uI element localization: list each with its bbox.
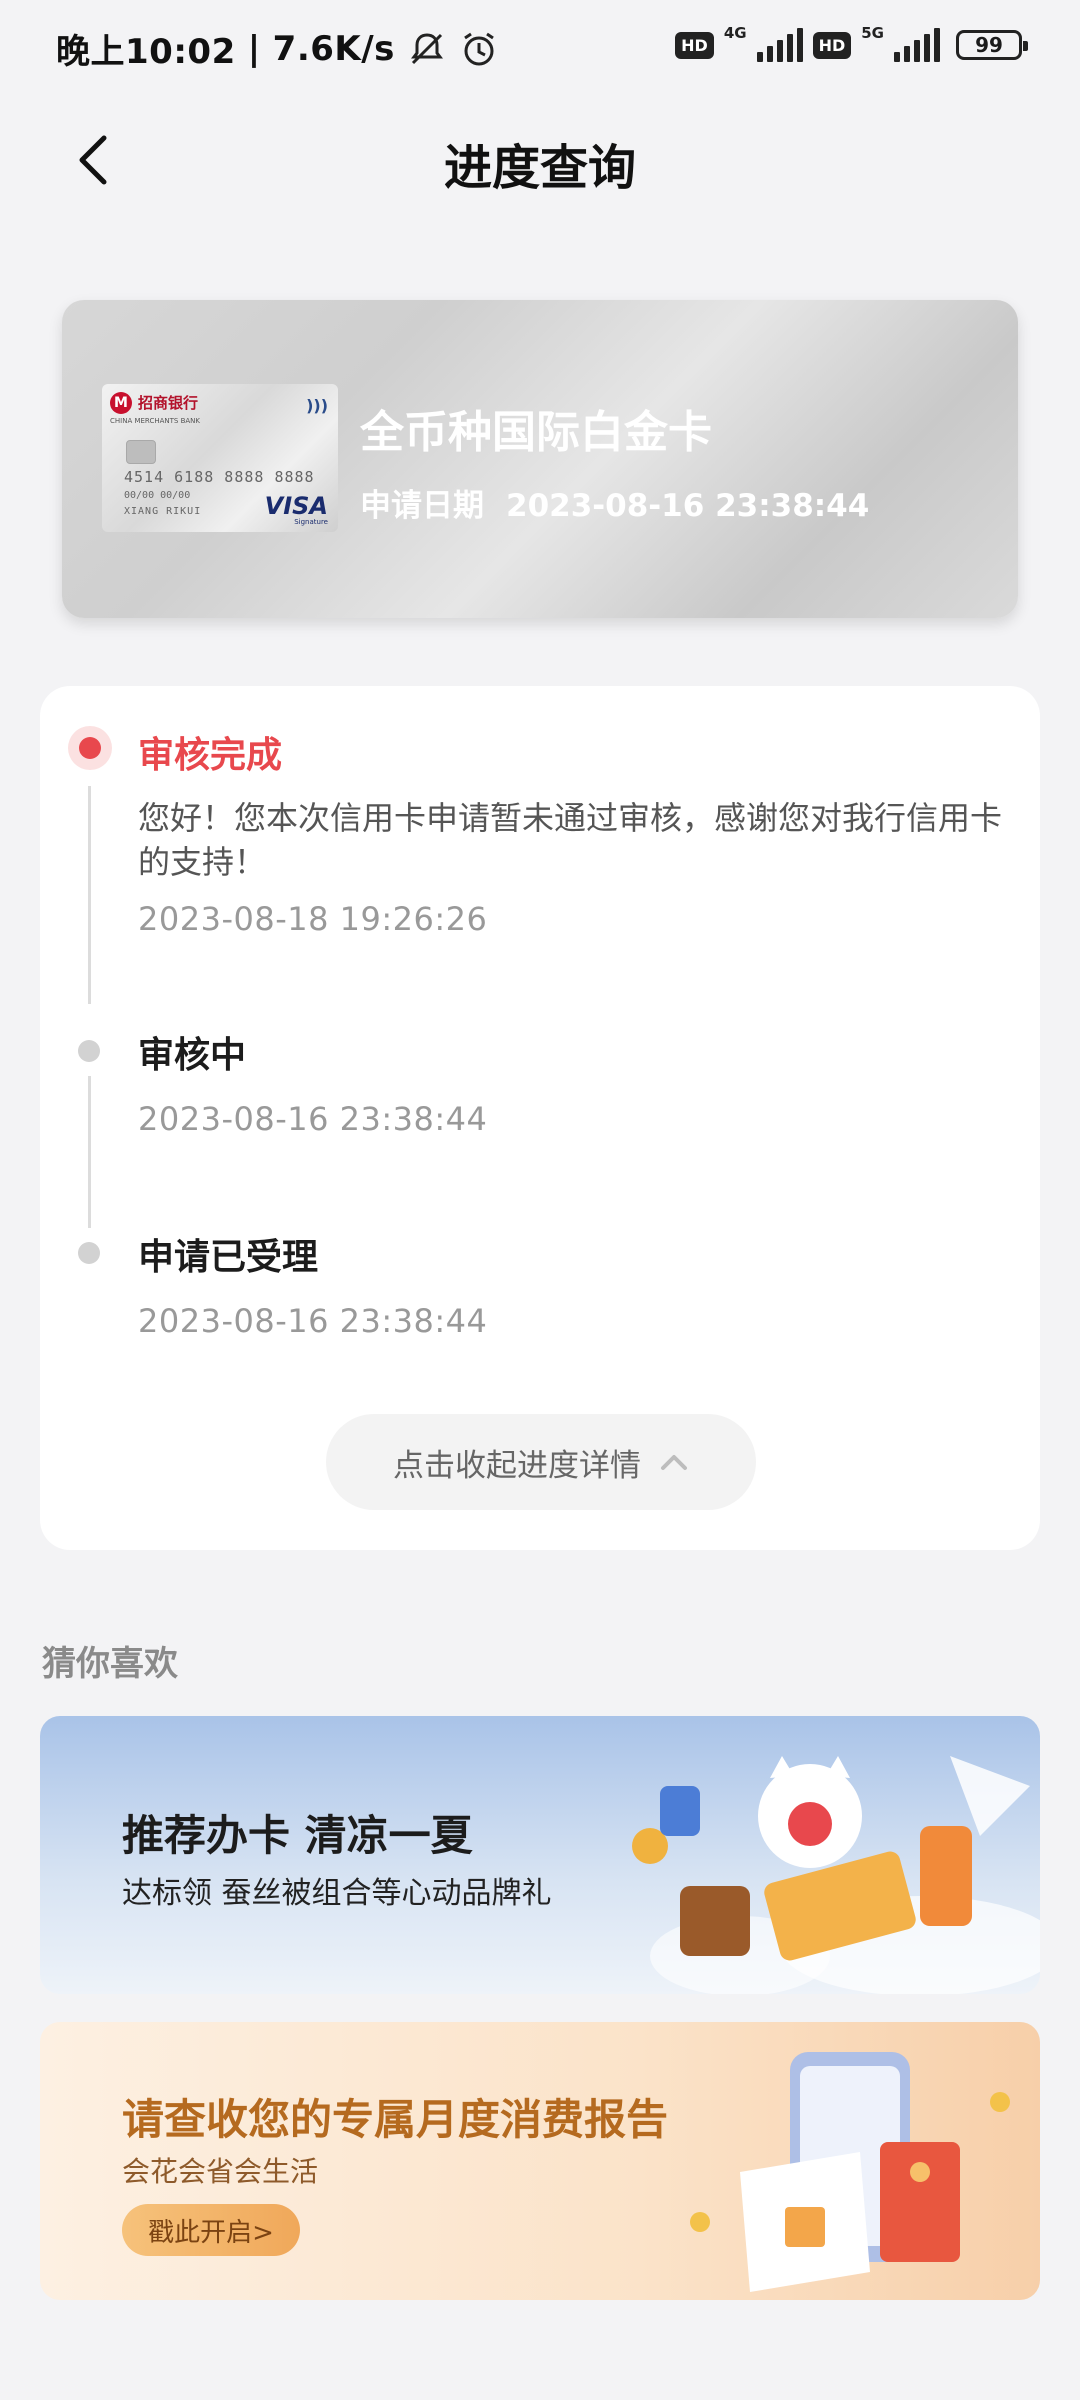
promo-banner-monthly-report[interactable]: 请查收您的专属月度消费报告 会花会省会生活 戳此开启> [40,2022,1040,2300]
card-product-name: 全币种国际白金卡 [360,407,712,458]
card-network-logo: VISA [264,492,328,520]
banner-title: 请查收您的专属月度消费报告 [122,2095,669,2144]
card-number: 4514 6188 8888 8888 [124,468,315,486]
promo-banner-card-offer[interactable]: 推荐办卡 清凉一夏 达标领 蚕丝被组合等心动品牌礼 [40,1716,1040,1994]
banner-subtitle: 达标领 蚕丝被组合等心动品牌礼 [122,1876,552,1911]
mute-notification-icon [410,32,443,64]
contactless-icon: ))) [306,396,328,415]
chevron-up-icon [661,1455,687,1470]
battery-level: 99 [975,33,1003,57]
timeline-dot [78,1242,100,1264]
signal-bars-2-icon [894,28,940,62]
status-divider: | [247,28,261,69]
step-title-reviewing: 审核中 [138,1035,247,1076]
step-time-complete: 2023-08-18 19:26:26 [138,900,488,938]
status-bar: 晚上10:02 | 7.6K/s HD 4G HD 5G 99 [0,0,1080,100]
alarm-icon [464,32,494,65]
card-summary: M 招商银行 CHINA MERCHANTS BANK ))) 4514 618… [62,300,1018,618]
hd-badge-1: HD [675,31,714,59]
network-type-2: 5G [861,24,884,42]
timeline-dot [78,1040,100,1062]
application-date: 申请日期 2023-08-16 23:38:44 [360,480,869,525]
card-chip-icon [126,440,156,464]
timeline-line [88,1076,91,1228]
status-left: 晚上10:02 | 7.6K/s [56,24,499,73]
step-title-accepted: 申请已受理 [138,1237,319,1278]
step-description: 您好！您本次信用卡申请暂未通过审核，感谢您对我行信用卡的支持！ [138,799,1003,881]
card-expiry: 00/00 00/00 [124,490,191,501]
timeline-dot-active [68,726,112,770]
hd-badge-2: HD [812,31,852,59]
progress-timeline: 审核完成 您好！您本次信用卡申请暂未通过审核，感谢您对我行信用卡的支持！ 202… [40,686,1040,1550]
collapse-details-label: 点击收起进度详情 [393,1447,641,1484]
open-report-button[interactable]: 戳此开启> [122,2204,300,2256]
step-title-complete: 审核完成 [138,735,283,776]
battery-indicator: 99 [956,30,1028,60]
signal-bars-1-icon [756,28,803,62]
card-network-sub: Signature [294,518,328,526]
page-title: 进度查询 [443,140,636,196]
phone-report-illustration-icon [690,2052,1010,2292]
application-date-label: 申请日期 [360,488,484,524]
timeline-line [88,786,91,1004]
application-date-value: 2023-08-16 23:38:44 [506,488,870,524]
status-right: HD 4G HD 5G 99 [675,24,1028,62]
network-type-1: 4G [723,24,747,42]
status-time: 晚上10:02 [56,32,236,72]
bank-logo-icon: M [110,392,132,414]
section-title-recommend: 猜你喜欢 [42,1644,178,1684]
status-net-speed: 7.6K/s [272,28,395,69]
collapse-details-button[interactable]: 点击收起进度详情 [326,1414,756,1510]
banner-title: 推荐办卡 清凉一夏 [122,1811,473,1860]
banner-subtitle: 会花会省会生活 [122,2155,319,2188]
step-time-reviewing: 2023-08-16 23:38:44 [138,1100,488,1138]
page-header: 进度查询 [0,100,1080,220]
card-bank-sub: CHINA MERCHANTS BANK [110,417,200,425]
mascot-travel-illustration-icon [632,1756,1040,1994]
card-holder: XIANG RIKUI [124,506,202,517]
card-bank-name: 招商银行 [138,394,199,412]
credit-card-image: M 招商银行 CHINA MERCHANTS BANK ))) 4514 618… [102,384,338,532]
step-time-accepted: 2023-08-16 23:38:44 [138,1302,488,1340]
